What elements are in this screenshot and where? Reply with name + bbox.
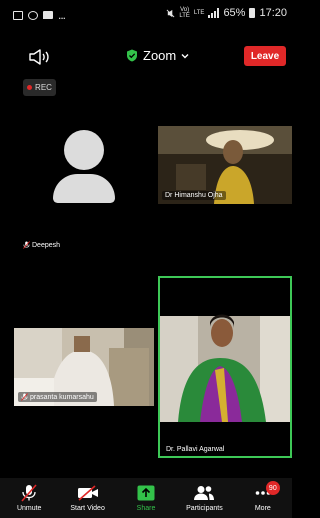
lte-indicator: LTE (193, 10, 205, 16)
mic-off-icon (21, 484, 37, 502)
mic-off-icon (23, 241, 30, 249)
rec-label: REC (35, 83, 52, 92)
participant-name-himanshu: Dr Himanshu Ojha (162, 191, 226, 200)
participants-label: Participants (186, 505, 223, 512)
battery-icon (249, 8, 256, 18)
mute-notification-icon (166, 9, 175, 17)
start-video-button[interactable]: Start Video (58, 478, 116, 518)
message-icon (43, 11, 53, 19)
more-button[interactable]: 90 More (234, 478, 292, 518)
start-video-label: Start Video (70, 505, 105, 512)
participant-name-prasanta: prasanta kumarsahu (18, 392, 97, 402)
more-notifications-ellipsis: ... (58, 8, 66, 22)
gallery-icon (13, 10, 23, 20)
mic-off-icon (21, 393, 28, 401)
volte-indicator: Vo) LTE (179, 7, 190, 19)
share-label: Share (136, 505, 156, 512)
more-badge: 90 (265, 481, 280, 495)
participants-icon (194, 486, 215, 500)
participant-name-deepesh: Deepesh (20, 240, 64, 250)
video-tile-prasanta[interactable]: prasanta kumarsahu (14, 328, 154, 406)
leave-button[interactable]: Leave (244, 46, 286, 66)
instagram-icon (28, 10, 38, 20)
battery-percent: 65% (223, 7, 246, 19)
status-right: Vo) LTE LTE 65% 17:20 (166, 7, 287, 19)
avatar-body (53, 174, 115, 203)
unmute-button[interactable]: Unmute (0, 478, 58, 518)
avatar-head (64, 130, 104, 170)
meeting-title: Zoom (143, 48, 177, 63)
video-off-icon (77, 485, 98, 501)
recording-badge: REC (23, 79, 56, 96)
notification-icons: ... (13, 8, 66, 22)
shield-check-icon (127, 49, 137, 62)
video-tile-pallavi-active[interactable]: Dr. Pallavi Agarwal (158, 276, 292, 458)
unmute-label: Unmute (16, 505, 42, 512)
speaker-icon[interactable] (28, 48, 50, 66)
share-screen-icon (137, 485, 155, 501)
record-dot-icon (27, 85, 33, 90)
chevron-down-icon (181, 53, 189, 58)
share-button[interactable]: Share (117, 478, 175, 518)
participants-button[interactable]: Participants (175, 478, 233, 518)
more-label: More (254, 505, 271, 512)
signal-icon (208, 8, 220, 18)
clock: 17:20 (259, 7, 287, 19)
meeting-title-dropdown[interactable]: Zoom (126, 48, 189, 63)
video-frame-pallavi (160, 278, 290, 456)
meeting-toolbar: Unmute Start Video Share Participants 90… (0, 478, 292, 518)
participant-name-pallavi: Dr. Pallavi Agarwal (163, 445, 228, 454)
status-bar: ... Vo) LTE LTE 65% 17:20 (0, 0, 292, 30)
video-tile-himanshu[interactable]: Dr Himanshu Ojha (158, 126, 292, 204)
